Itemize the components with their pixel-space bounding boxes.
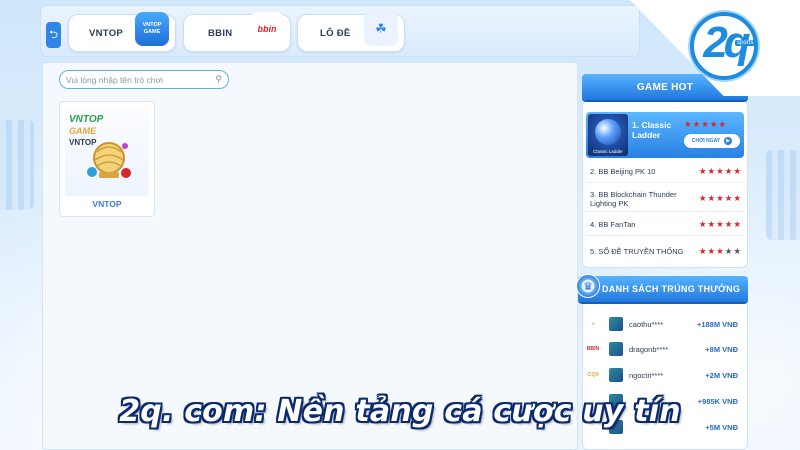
- rating-stars: ★★★★★: [698, 219, 742, 229]
- provider-logo-icon: ♆: [590, 320, 596, 328]
- lottery-cage-icon: [87, 142, 131, 178]
- provider-logo-icon: BBIN: [586, 346, 600, 352]
- hot-game-item[interactable]: 5. SỔ ĐỀ TRUYỀN THỐNG ★★★★★: [586, 238, 744, 264]
- game-avatar: [609, 317, 623, 331]
- tab-lo-de[interactable]: LÔ ĐỀ ☘: [297, 12, 405, 52]
- classic-ladder-thumbnail: Classic Ladder: [588, 114, 628, 156]
- game-avatar: [609, 342, 623, 356]
- rating-stars: ★★★★★: [698, 193, 742, 203]
- hot-game-item[interactable]: 3. BB Blockchain Thunder Lighting PK ★★★…: [586, 186, 744, 212]
- provider-tab-bar: ⮌ VNTOP VNTOP GAME BBIN bbin LÔ ĐỀ ☘: [40, 5, 640, 57]
- game-avatar: [609, 368, 623, 382]
- headline-caption: 2q. com: Nền tảng cá cược uy tín: [119, 394, 681, 429]
- trophy-icon: ♛: [576, 274, 600, 298]
- provider-logo-icon: CQ9: [587, 372, 599, 378]
- play-now-button[interactable]: CHƠI NGAY ▶: [684, 134, 740, 148]
- left-decoration: [0, 120, 34, 210]
- search-icon[interactable]: ⚲: [215, 74, 222, 85]
- tab-vntop[interactable]: VNTOP VNTOP GAME: [68, 12, 176, 52]
- right-decoration: [766, 150, 800, 240]
- rating-stars: ★★★★★: [684, 119, 728, 129]
- winner-row: ♆ caothu**** +188M VNĐ: [586, 313, 744, 335]
- hot-game-item[interactable]: 4. BB FanTan ★★★★★: [586, 214, 744, 236]
- tab-label: VNTOP: [89, 27, 124, 39]
- tab-label: LÔ ĐỀ: [320, 27, 351, 39]
- back-button[interactable]: ⮌: [46, 22, 61, 48]
- vntop-game-icon: VNTOP GAME: [135, 12, 169, 46]
- search-input[interactable]: [66, 74, 216, 85]
- hot-game-item[interactable]: 2. BB Beijing PK 10 ★★★★★: [586, 161, 744, 183]
- game-name: VNTOP: [92, 199, 122, 209]
- brand-logo-sub: sports: [735, 40, 756, 46]
- clover-icon: ☘: [364, 12, 398, 46]
- tab-label: BBIN: [208, 27, 233, 39]
- featured-title: 1. Classic Ladder: [632, 120, 672, 140]
- bbin-logo-icon: bbin: [250, 12, 284, 46]
- winner-row: BBIN dragonb**** +8M VNĐ: [586, 338, 744, 360]
- winners-title: DANH SÁCH TRÚNG THƯỞNG: [578, 276, 748, 302]
- rating-stars: ★★★★★: [698, 166, 742, 176]
- featured-game[interactable]: Classic Ladder 1. Classic Ladder ★★★★★ C…: [586, 112, 744, 158]
- winner-row: CQ9 ngoctri**** +2M VNĐ: [586, 364, 744, 386]
- back-arrow-icon: ⮌: [49, 28, 58, 41]
- tab-bbin[interactable]: BBIN bbin: [183, 12, 291, 52]
- play-icon: ▶: [724, 137, 733, 145]
- rating-stars: ★★★★★: [698, 245, 742, 256]
- game-thumbnail: VNTOP GAME VNTOP: [65, 108, 149, 196]
- game-list-panel: ⚲ VNTOP GAME VNTOP VNTOP: [42, 62, 578, 450]
- right-sidebar: GAME HOT Classic Ladder 1. Classic Ladde…: [576, 62, 756, 450]
- search-box[interactable]: ⚲: [59, 70, 229, 89]
- game-card-vntop[interactable]: VNTOP GAME VNTOP VNTOP: [59, 101, 155, 217]
